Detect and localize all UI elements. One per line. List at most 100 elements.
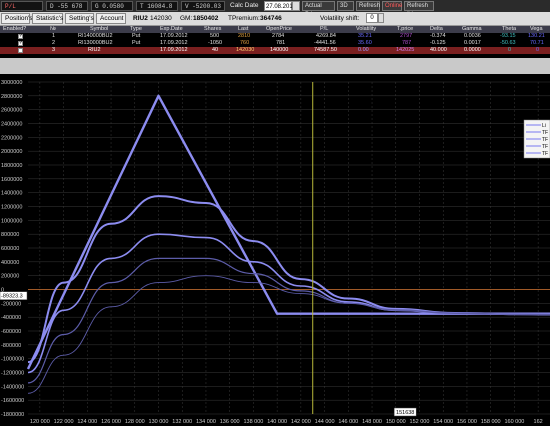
cell-symbol: RI130000BU2 [78,40,113,46]
cell-theta: -50.63 [500,40,516,46]
x-tick-label: 142 000 [291,419,311,425]
positions-tab[interactable]: Position's [1,13,33,24]
positions-table: Enabled? № Symbol Type Exp.Date Shares L… [0,26,550,58]
x-tick-label: 132 000 [172,419,192,425]
col-open-price[interactable]: OpenPrice [266,26,292,33]
y-tick-label: -600000 [1,329,21,335]
crosshair-y-label: -89323.3 [1,294,23,300]
cell-shares: 40 [212,47,219,53]
cell-number: 3 [52,47,56,53]
col-symbol[interactable]: Symbol [90,26,108,33]
volatility-shift-input[interactable]: 0 [366,13,378,23]
row-enabled-checkbox[interactable] [18,48,23,53]
y-tick-label: 2600000 [1,108,22,114]
calc-date-label: Calc Date [230,2,259,9]
top-toolbar: P/L -1574.80 D -55 678 G 0.0580 T 16084.… [0,0,550,20]
y-tick-label: -200000 [1,301,21,307]
y-tick-label: -800000 [1,343,21,349]
gm-label: GM: [180,15,193,22]
x-tick-label: 146 000 [338,419,358,425]
account-tab[interactable]: Account [96,13,126,24]
col-delta[interactable]: Delta [430,26,443,33]
col-number[interactable]: № [50,26,56,33]
cell-last: 2810 [238,33,251,39]
x-tick-label: 158 000 [481,419,501,425]
view-3d-button[interactable]: 3D [337,1,354,11]
refresh-button[interactable]: Refresh [356,1,380,11]
cell-last: 142030 [236,47,255,53]
cell-number: 2 [52,40,56,46]
cell-volatility: 35.21 [358,33,372,39]
payoff-chart[interactable]: 3000000 2800000 2600000 2400000 2200000 20000… [0,74,550,426]
col-volatility[interactable]: Volatility [356,26,376,33]
cell-pl: 74587.50 [314,47,337,53]
col-last[interactable]: Last [238,26,248,33]
legend-label: TF [542,151,548,157]
tpremium-value: 364746 [260,15,282,22]
x-tick-label: 124 000 [77,419,97,425]
calc-date-input[interactable]: 27.08.2012 [264,1,296,11]
y-tick-label: 1400000 [1,191,22,197]
x-tick-label: 126 000 [101,419,121,425]
statistics-tab[interactable]: Statistic's [32,13,63,24]
table-row[interactable]: ✓ 2 RI130000BU2 Put 17.09.2012 -1050 760… [0,40,550,47]
y-tick-label: 2000000 [1,149,22,155]
x-tick-label: 120 000 [30,419,50,425]
volatility-shift-spinner[interactable] [378,13,384,23]
cell-shares: 500 [210,33,220,39]
col-enabled[interactable]: Enabled? [3,26,26,33]
col-gamma[interactable]: Gamma [462,26,482,33]
settings-tab[interactable]: Setting's [65,13,94,24]
legend-label: TF [542,144,548,150]
col-type[interactable]: Type [130,26,142,33]
x-tick-label: 122 000 [54,419,74,425]
cell-vega: 70.71 [530,40,544,46]
row-enabled-checkbox[interactable]: ✓ [18,33,24,39]
symbol-price: 142030 [150,15,172,22]
cell-number: 1 [52,33,56,39]
cell-theta: -93.15 [500,33,516,39]
theta-indicator: T 16084.8 [136,1,178,11]
x-tick-label: 136 000 [220,419,240,425]
cell-gamma: 0.0000 [464,47,481,53]
x-tick-label: 144 000 [315,419,335,425]
cell-volatility: 35.60 [358,40,372,46]
x-tick-label: 154 000 [433,419,453,425]
table-row-selected[interactable]: 3 RIU2 17.09.2012 40 142030 140000 74587… [0,47,550,54]
crosshair-x-label: 151638 [396,410,414,416]
x-tick-label: 130 000 [149,419,169,425]
y-tick-label: -400000 [1,315,21,321]
col-vega[interactable]: Vega [530,26,543,33]
cell-open-price: 140000 [270,47,289,53]
y-tick-label: 2800000 [1,94,22,100]
cell-delta: 40.000 [430,47,447,53]
x-tick-label: 162 [534,419,543,425]
col-tprice[interactable]: T.price [397,26,413,33]
col-exp-date[interactable]: Exp.Date [160,26,183,33]
cell-tprice: 2797 [400,33,413,39]
cell-type: Put [132,33,141,39]
refresh-iv-button[interactable]: Refresh IV [404,1,434,18]
x-axis-labels: 120 000 122 000 124 000 126 000 128 000 130 0… [30,419,543,425]
online-button[interactable]: Online [382,1,402,11]
calendar-dropdown-button[interactable] [292,1,300,11]
x-tick-label: 140 000 [267,419,287,425]
cell-pl: 4269.84 [316,33,336,39]
row-enabled-checkbox[interactable]: ✓ [18,40,23,46]
x-tick-label: 138 000 [243,419,263,425]
col-shares[interactable]: Shares [204,26,221,33]
col-theta[interactable]: Theta [502,26,516,33]
x-tick-label: 128 000 [125,419,145,425]
chart-background [0,74,550,426]
y-tick-label: 200000 [1,274,19,280]
x-tick-label: 152 000 [410,419,430,425]
checkmark: ✓ [19,33,24,39]
x-tick-label: 150 000 [386,419,406,425]
cell-open-price: 2784 [272,33,285,39]
y-tick-label: 400000 [1,260,19,266]
col-pl[interactable]: P/L [320,26,328,33]
actual-price-button[interactable]: Actual Price [302,1,335,18]
y-tick-label: -1800000 [1,412,24,418]
table-row[interactable]: ✓ 1 RI140000BU2 Put 17.09.2012 500 2810 … [0,33,550,40]
pl-indicator: P/L -1574.80 [1,1,43,20]
